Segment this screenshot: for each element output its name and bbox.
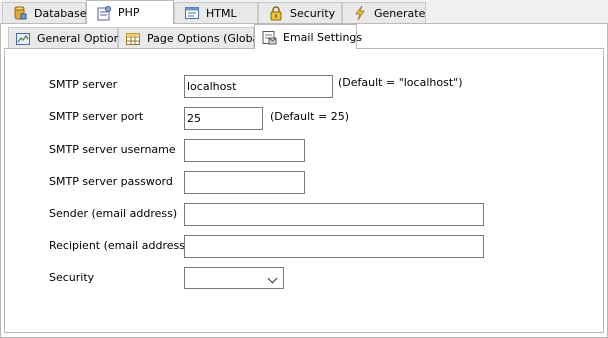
smtp-password-label: SMTP server password	[49, 175, 173, 188]
smtp-server-label: SMTP server	[49, 78, 118, 91]
smtp-server-input[interactable]	[184, 75, 333, 98]
smtp-port-default-hint: (Default = 25)	[270, 110, 349, 123]
smtp-username-label: SMTP server username	[49, 143, 176, 156]
smtp-port-label: SMTP server port	[49, 110, 144, 123]
security-label: Security	[49, 271, 95, 284]
smtp-server-default-hint: (Default = "localhost")	[338, 76, 463, 89]
smtp-username-input[interactable]	[184, 139, 305, 162]
chevron-down-icon	[267, 273, 278, 284]
smtp-port-input[interactable]	[184, 107, 263, 130]
recipient-email-input[interactable]	[184, 235, 484, 258]
sender-label: Sender (email address)	[49, 207, 178, 220]
smtp-password-input[interactable]	[184, 171, 305, 194]
email-settings-form: SMTP server (Default = "localhost") SMTP…	[0, 0, 608, 338]
recipient-label: Recipient (email address)	[49, 239, 190, 252]
security-select[interactable]	[184, 267, 284, 289]
sender-email-input[interactable]	[184, 203, 484, 226]
